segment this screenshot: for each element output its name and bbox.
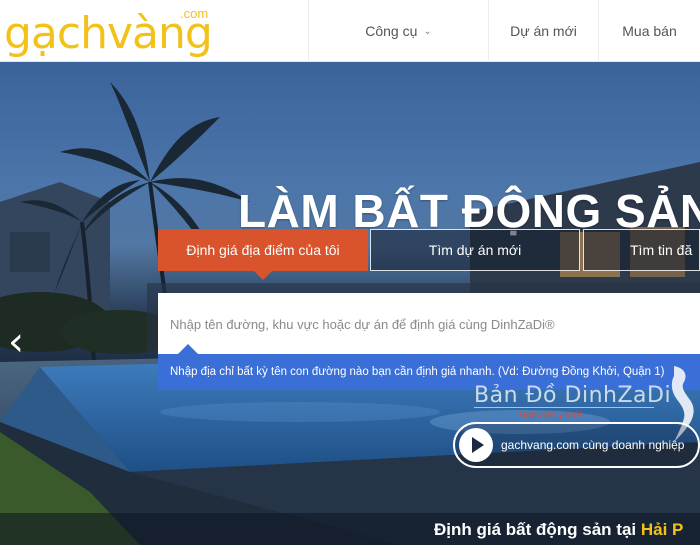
new-feature-badge: Tính năng mới	[517, 410, 582, 421]
tab-new-projects[interactable]: Tìm dự án mới	[370, 229, 580, 271]
nav-new-projects-label: Dự án mới	[510, 23, 577, 39]
tab-find-listings[interactable]: Tìm tin đă	[583, 229, 700, 271]
hint-pointer	[178, 344, 198, 354]
active-tab-pointer	[254, 271, 272, 280]
nav-new-projects[interactable]: Dự án mới	[488, 0, 598, 62]
bottom-tagline: Định giá bất động sản tại Hải P	[434, 520, 683, 540]
site-logo[interactable]: gạchvàng .com	[4, 4, 224, 60]
map-feature-title[interactable]: Bản Đồ DinhZaDi	[474, 383, 671, 408]
business-cta-label: gachvang.com cùng doanh nghiệp	[501, 438, 685, 452]
nav-buy-sell[interactable]: Mua bán	[598, 0, 700, 62]
bottom-tagline-highlight: Hải P	[640, 520, 684, 539]
nav-buy-sell-label: Mua bán	[622, 23, 677, 39]
bottom-tagline-prefix: Định giá bất động sản tại	[434, 520, 641, 539]
site-header: gạchvàng .com Công cụ ⌄ Dự án mới Mua bá…	[0, 0, 700, 62]
logo-suffix: .com	[180, 6, 209, 21]
tab-valuation[interactable]: Định giá địa điểm của tôi	[158, 229, 368, 271]
chevron-down-icon: ⌄	[423, 25, 432, 37]
map-feature-divider	[474, 407, 654, 408]
carousel-prev-icon[interactable]: ‹	[8, 322, 34, 362]
search-input[interactable]	[158, 293, 700, 355]
play-icon	[459, 428, 493, 462]
business-cta-button[interactable]: gachvang.com cùng doanh nghiệp	[453, 422, 700, 468]
nav-tools[interactable]: Công cụ ⌄	[308, 0, 488, 62]
nav-tools-label: Công cụ	[365, 23, 418, 39]
